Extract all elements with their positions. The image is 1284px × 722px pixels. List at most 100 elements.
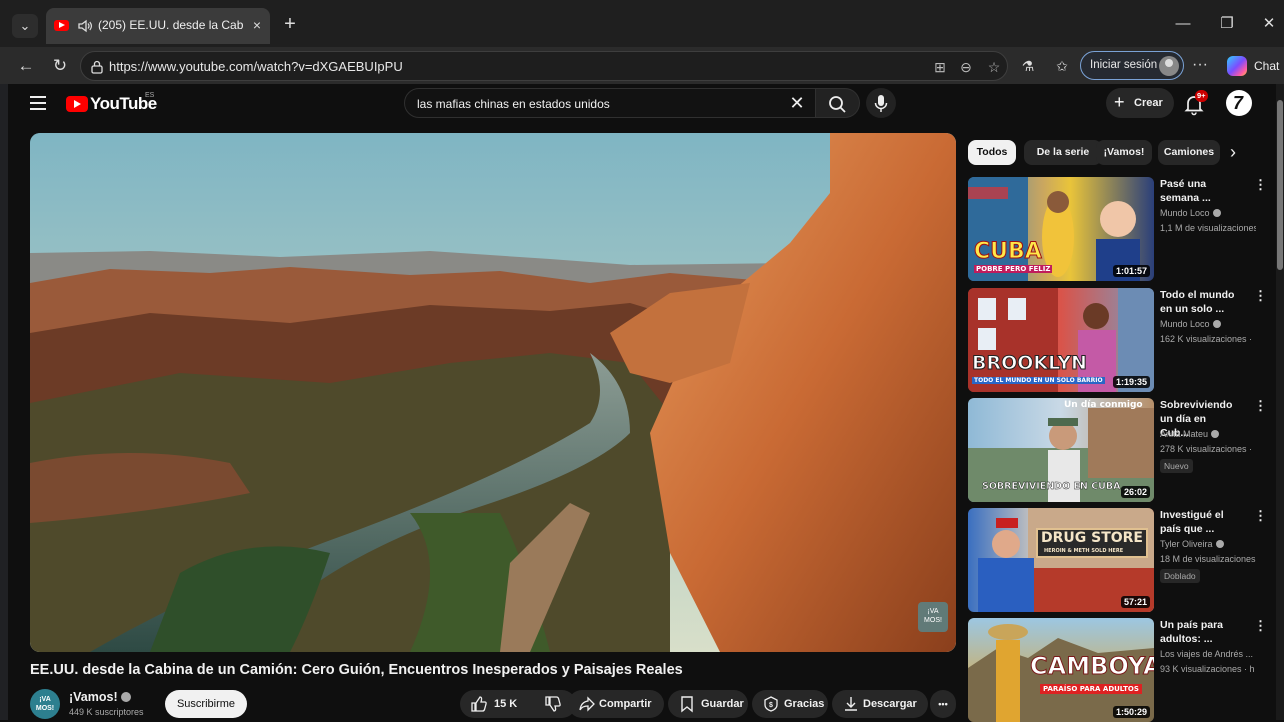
recommendation-card[interactable]: CUBA POBRE PERO FELIZ 1:01:57 Pasé una s… — [968, 177, 1268, 281]
download-button[interactable]: Descargar — [832, 690, 928, 718]
video-thumbnail[interactable]: CAMBOYA PARAÍSO PARA ADULTOS 1:50:29 — [968, 618, 1154, 722]
zoom-icon[interactable]: ⊖ — [957, 58, 975, 76]
video-title[interactable]: Todo el mundo en un solo ... — [1160, 288, 1238, 316]
youtube-logo[interactable]: YouTube ES — [66, 92, 166, 116]
channel-name[interactable]: Los viajes de Andrés ... — [1160, 649, 1253, 659]
site-info-icon[interactable] — [89, 59, 105, 75]
chip-de-la-serie[interactable]: De la serie — [1024, 140, 1102, 165]
channel-avatar[interactable]: ¡VA MOS! — [30, 689, 60, 719]
view-count: 162 K visualizaciones · — [1160, 334, 1253, 344]
channel-name[interactable]: Mundo Loco — [1160, 208, 1221, 218]
browser-window: ⌄ (205) EE.UU. desde la Cabina de un Cam… — [0, 0, 1284, 722]
view-count: 1,1 M de visualizaciones — [1160, 223, 1256, 233]
close-window-button[interactable]: ✕ — [1254, 12, 1284, 36]
minimize-button[interactable]: — — [1168, 12, 1198, 36]
channel-name-text[interactable]: Mundo Loco — [1160, 319, 1210, 329]
tab-list-dropdown[interactable]: ⌄ — [12, 14, 38, 38]
extensions-icon[interactable]: ⚗ — [1016, 54, 1040, 78]
voice-search-button[interactable] — [866, 88, 896, 118]
browser-tab[interactable]: (205) EE.UU. desde la Cabina de un Camió… — [46, 8, 270, 44]
chip-camiones[interactable]: Camiones — [1158, 140, 1220, 165]
tab-title: (205) EE.UU. desde la Cabina de un Camió… — [98, 18, 244, 32]
subscriber-count: 449 K suscriptores — [69, 707, 144, 717]
signin-label: Iniciar sesión — [1090, 59, 1158, 71]
tab-strip: ⌄ (205) EE.UU. desde la Cabina de un Cam… — [0, 0, 1284, 48]
channel-name-text[interactable]: Mundo Loco — [1160, 208, 1210, 218]
more-options-icon[interactable]: ⋮ — [1254, 177, 1267, 193]
more-options-icon[interactable]: ⋮ — [1254, 508, 1267, 524]
more-actions-button[interactable]: ••• — [930, 690, 956, 718]
more-options-icon[interactable]: ⋮ — [1254, 398, 1267, 414]
url-text[interactable]: https://www.youtube.com/watch?v=dXGAEBUI… — [109, 59, 403, 74]
notification-count-badge: 9+ — [1195, 90, 1208, 102]
favorites-icon[interactable]: ✩ — [1050, 54, 1074, 78]
app-available-icon[interactable]: ⊞ — [931, 58, 949, 76]
recommendation-card[interactable]: DRUG STORE HEROIN & METH SOLD HERE 57:21… — [968, 508, 1268, 612]
recommendation-card[interactable]: BROOKLYN TODO EL MUNDO EN UN SOLO BARRIO… — [968, 288, 1268, 392]
video-title[interactable]: Investigué el país que ... — [1160, 508, 1238, 536]
video-thumbnail[interactable]: BROOKLYN TODO EL MUNDO EN UN SOLO BARRIO… — [968, 288, 1154, 392]
create-button[interactable]: + Crear — [1106, 88, 1174, 118]
video-thumbnail[interactable]: CUBA POBRE PERO FELIZ 1:01:57 — [968, 177, 1154, 281]
chip-vamos[interactable]: ¡Vamos! — [1096, 140, 1152, 165]
thanks-button[interactable]: $ Gracias — [752, 690, 828, 718]
verified-icon — [120, 692, 131, 702]
tab-close-icon[interactable]: × — [248, 16, 266, 34]
thumbnail-title: SOBREVIVIENDO EN CUBA — [982, 481, 1121, 492]
back-icon[interactable]: ← — [14, 54, 38, 78]
search-box[interactable]: las mafias chinas en estados unidos ✕ — [404, 88, 816, 118]
channel-name-text[interactable]: Tyler Oliveira — [1160, 539, 1213, 549]
copilot-chat-button[interactable]: Chat — [1222, 51, 1284, 80]
chevron-right-icon[interactable]: › — [1230, 142, 1236, 163]
thumbnail-subtitle: TODO EL MUNDO EN UN SOLO BARRIO — [972, 377, 1105, 384]
settings-menu-icon[interactable]: ··· — [1192, 56, 1208, 74]
restore-button[interactable]: ❐ — [1212, 12, 1242, 36]
new-tab-button[interactable]: + — [280, 14, 300, 35]
channel-name[interactable]: Tyler Oliveira — [1160, 539, 1224, 549]
new-badge: Nuevo — [1160, 459, 1193, 473]
youtube-favicon-icon — [54, 20, 69, 31]
channel-name[interactable]: Anita Mateu — [1160, 429, 1220, 439]
subscribe-button[interactable]: Suscribirme — [165, 690, 247, 718]
clear-search-icon[interactable]: ✕ — [787, 93, 807, 113]
account-avatar[interactable]: 7 — [1226, 90, 1252, 116]
video-duration: 26:02 — [1120, 486, 1150, 498]
channel-watermark[interactable]: ¡VA MOS! — [918, 602, 948, 632]
chat-label: Chat — [1254, 59, 1280, 73]
recommendation-card[interactable]: Un día conmigo SOBREVIVIENDO EN CUBA 26:… — [968, 398, 1268, 502]
channel-name-text[interactable]: ¡Vamos! — [69, 690, 118, 704]
verified-icon — [1212, 209, 1221, 217]
video-duration: 1:50:29 — [1112, 706, 1150, 718]
favorite-star-icon[interactable]: ☆ — [985, 58, 1003, 76]
speaker-icon[interactable] — [76, 17, 94, 35]
search-button[interactable] — [816, 88, 860, 118]
scrollbar-thumb[interactable] — [1277, 100, 1283, 270]
channel-name[interactable]: ¡Vamos! — [69, 690, 131, 704]
view-count: 93 K visualizaciones · h — [1160, 664, 1255, 674]
menu-icon[interactable] — [30, 96, 46, 110]
more-options-icon[interactable]: ⋮ — [1254, 618, 1267, 634]
copilot-icon — [1227, 56, 1247, 76]
notifications-button[interactable]: 9+ — [1182, 90, 1208, 116]
channel-name-text[interactable]: Anita Mateu — [1160, 429, 1208, 439]
reload-icon[interactable]: ↻ — [48, 54, 72, 78]
page-scrollbar[interactable] — [1276, 84, 1284, 720]
video-player[interactable]: ¡VA MOS! — [30, 133, 956, 652]
address-bar[interactable]: https://www.youtube.com/watch?v=dXGAEBUI… — [80, 51, 1008, 81]
video-thumbnail[interactable]: Un día conmigo SOBREVIVIENDO EN CUBA 26:… — [968, 398, 1154, 502]
channel-name[interactable]: Mundo Loco — [1160, 319, 1221, 329]
video-title[interactable]: Pasé una semana ... — [1160, 177, 1238, 205]
video-thumbnail[interactable]: DRUG STORE HEROIN & METH SOLD HERE 57:21 — [968, 508, 1154, 612]
chip-todos[interactable]: Todos — [968, 140, 1016, 165]
signin-button[interactable]: Iniciar sesión — [1080, 51, 1184, 80]
search-input[interactable]: las mafias chinas en estados unidos — [417, 97, 610, 111]
verified-icon — [1211, 430, 1220, 438]
dislike-icon[interactable] — [544, 695, 562, 713]
video-title[interactable]: Un país para adultos: ... — [1160, 618, 1238, 646]
like-count[interactable]: 15 K — [494, 698, 517, 710]
share-button[interactable]: Compartir — [568, 690, 664, 718]
recommendation-card[interactable]: CAMBOYA PARAÍSO PARA ADULTOS 1:50:29 Un … — [968, 618, 1268, 722]
like-icon[interactable] — [470, 695, 488, 713]
save-button[interactable]: Guardar — [668, 690, 748, 718]
more-options-icon[interactable]: ⋮ — [1254, 288, 1267, 304]
